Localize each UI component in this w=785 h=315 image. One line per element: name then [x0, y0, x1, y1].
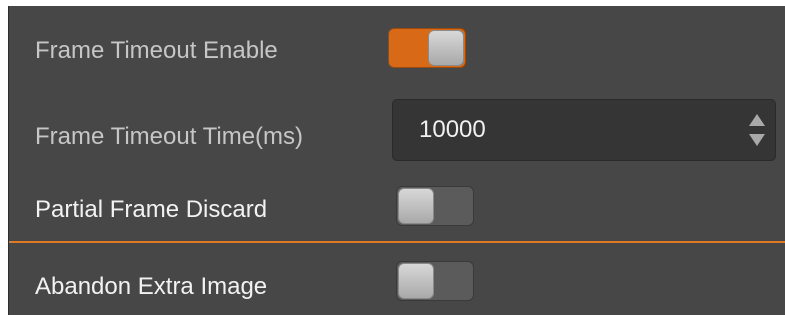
toggle-knob — [428, 30, 464, 66]
partial-frame-discard-toggle[interactable] — [396, 186, 474, 226]
abandon-extra-image-toggle[interactable] — [396, 261, 474, 301]
toggle-knob — [398, 188, 434, 224]
triangle-down-icon[interactable] — [749, 134, 765, 146]
toggle-knob — [398, 263, 434, 299]
section-divider — [9, 241, 785, 243]
triangle-up-icon[interactable] — [749, 114, 765, 126]
setting-label-frame-timeout-enable: Frame Timeout Enable — [35, 37, 278, 64]
setting-label-partial-frame-discard: Partial Frame Discard — [35, 196, 268, 223]
setting-row-frame-timeout-time: Frame Timeout Time(ms) 10000 — [9, 84, 785, 167]
frame-timeout-time-input[interactable]: 10000 — [392, 99, 776, 161]
setting-row-abandon-extra-image: Abandon Extra Image — [9, 244, 785, 315]
settings-panel: Frame Timeout Enable Frame Timeout Time(… — [8, 6, 785, 315]
frame-timeout-time-value[interactable]: 10000 — [419, 115, 486, 145]
frame-timeout-enable-toggle[interactable] — [388, 28, 466, 68]
setting-label-frame-timeout-time: Frame Timeout Time(ms) — [35, 123, 304, 150]
setting-label-abandon-extra-image: Abandon Extra Image — [35, 273, 268, 300]
spin-buttons — [747, 108, 767, 152]
setting-row-frame-timeout-enable: Frame Timeout Enable — [9, 6, 785, 84]
setting-row-partial-frame-discard: Partial Frame Discard — [9, 167, 785, 241]
